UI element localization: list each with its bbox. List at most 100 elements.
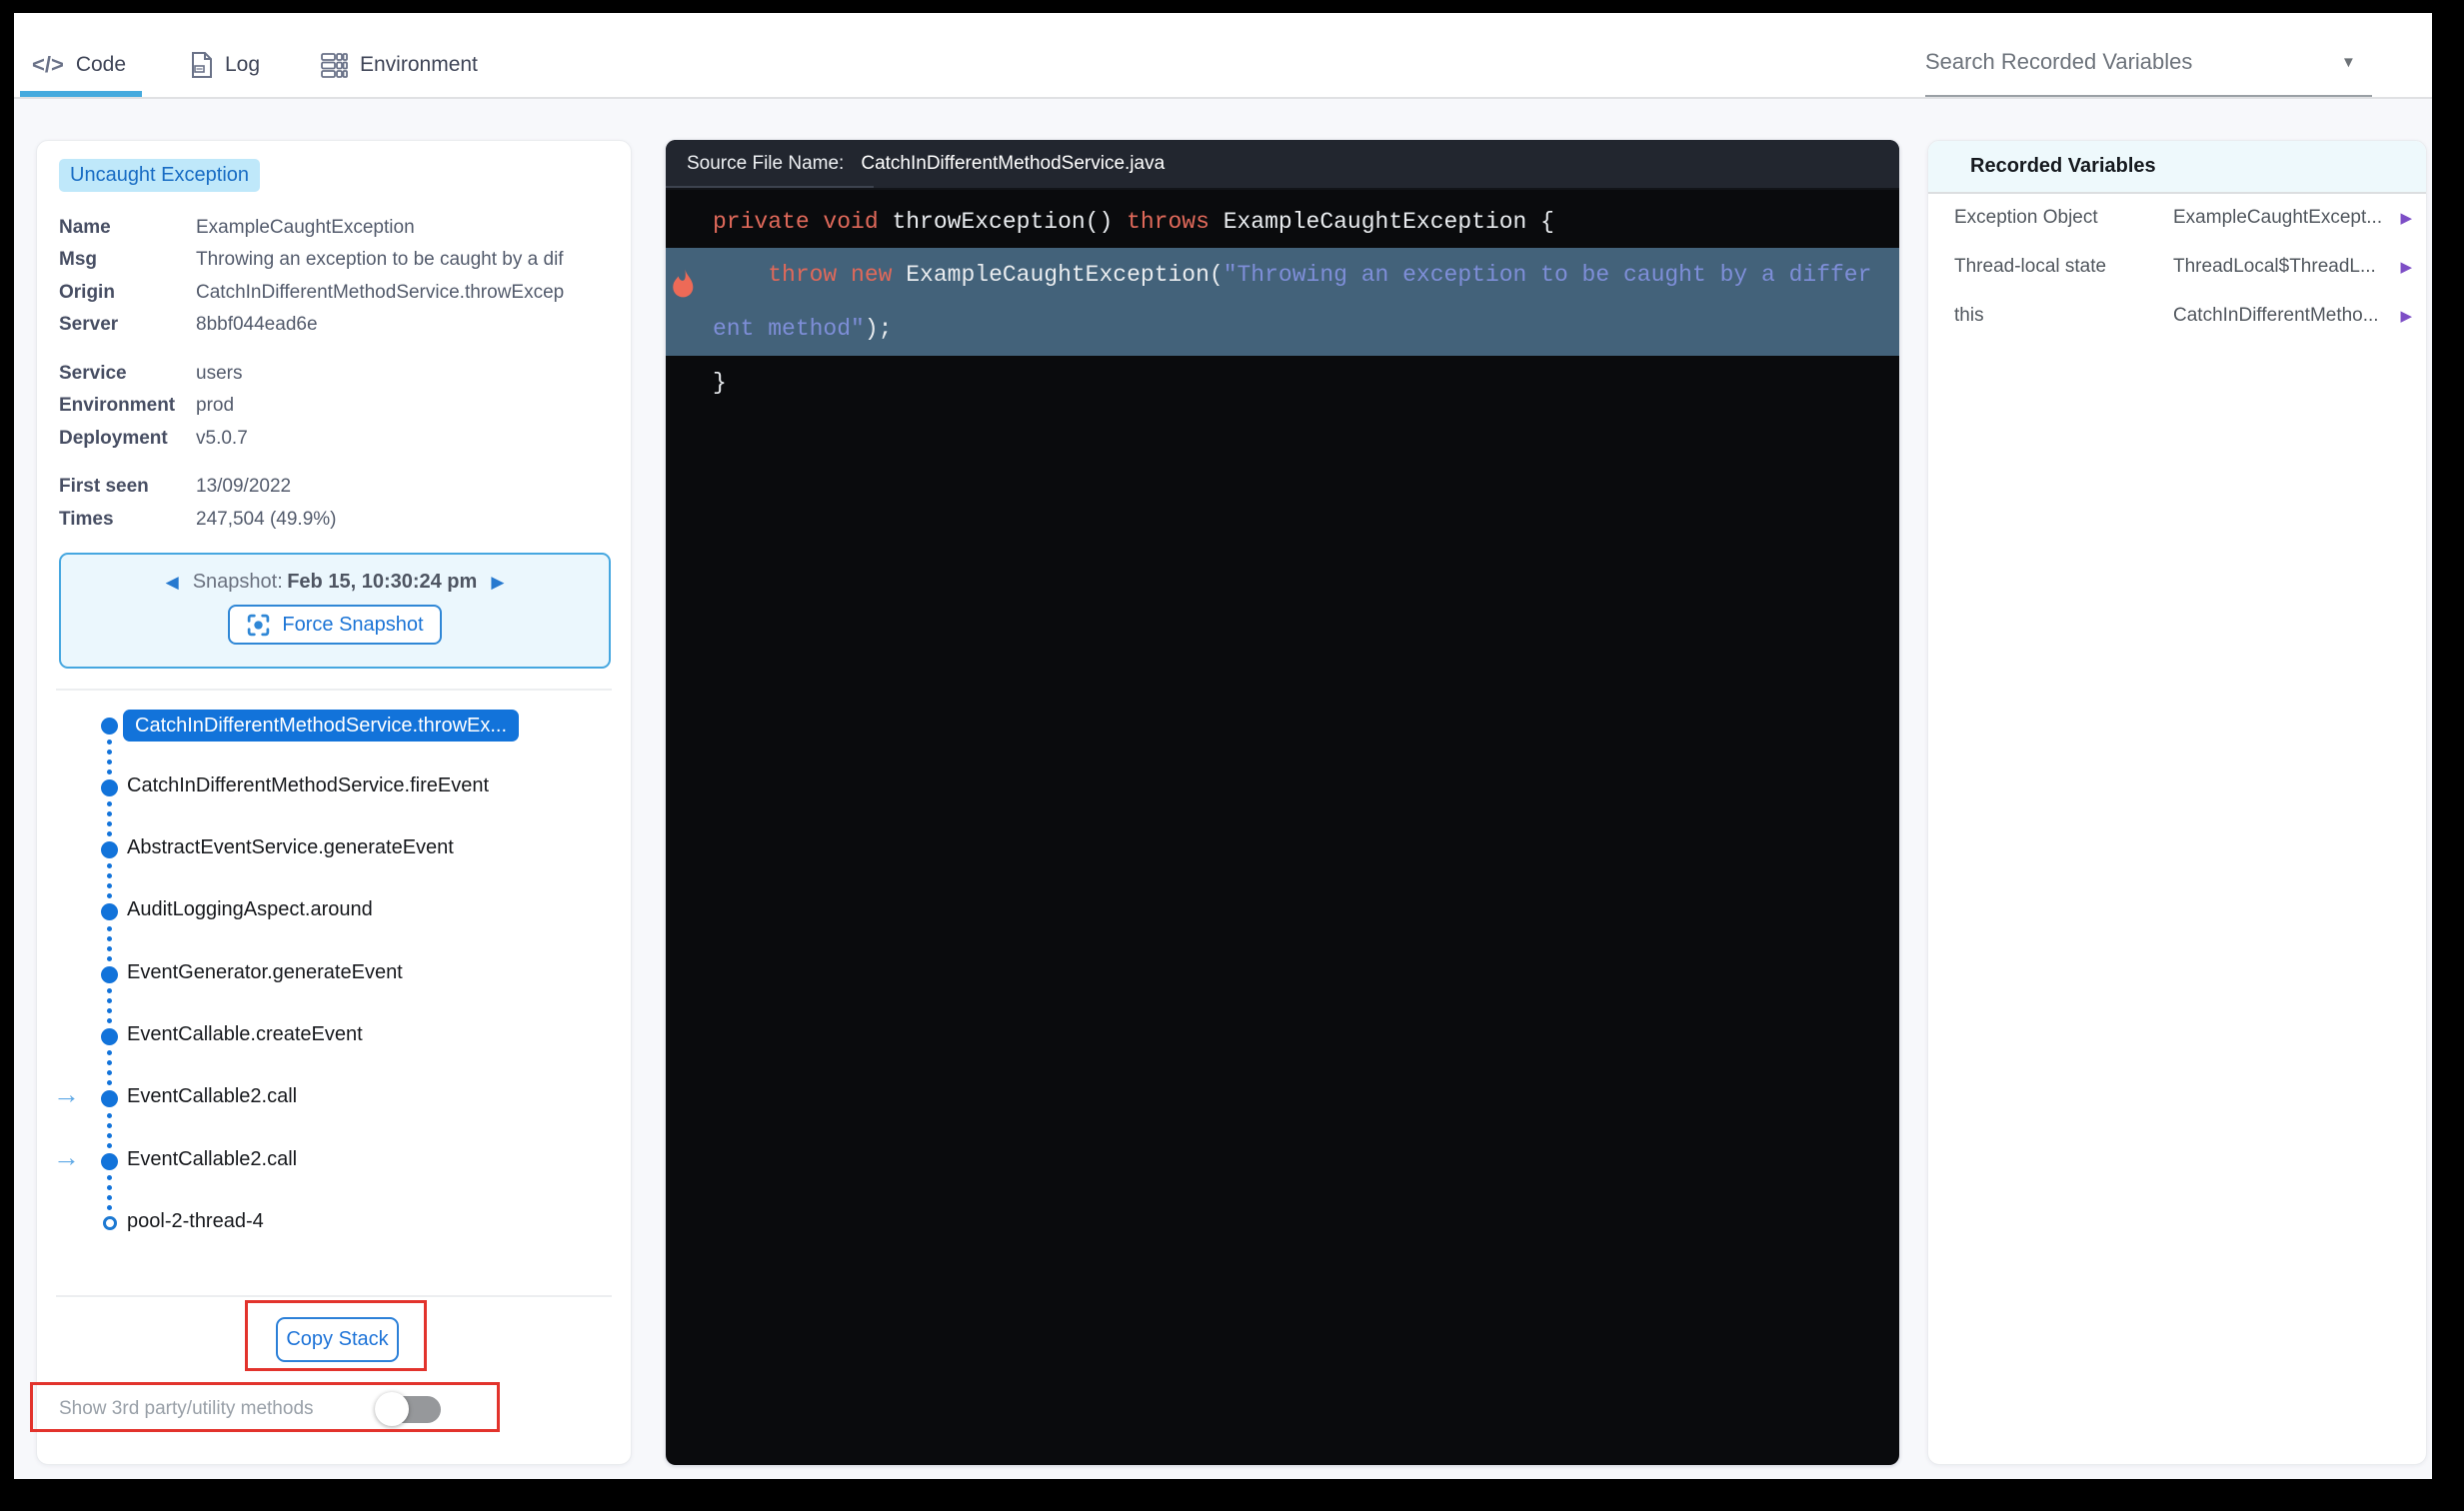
detail-label: First seen <box>59 476 149 497</box>
force-snapshot-label: Force Snapshot <box>282 613 424 636</box>
current-frame-arrow-icon: → <box>53 1142 80 1172</box>
stack-frame-thread[interactable]: pool-2-thread-4 <box>37 1206 631 1240</box>
stack-frame-label: CatchInDifferentMethodService.fireEvent <box>127 774 490 796</box>
detail-label: Origin <box>59 282 115 303</box>
stack-frame[interactable]: EventGenerator.generateEvent <box>37 957 631 991</box>
expand-variable-icon[interactable]: ▶ <box>2400 258 2412 276</box>
stack-frame[interactable]: → EventCallable2.call <box>37 1079 631 1115</box>
tab-environment[interactable]: Environment <box>321 47 478 83</box>
exception-type-badge: Uncaught Exception <box>59 159 261 192</box>
show-3rd-party-toggle[interactable] <box>375 1392 441 1426</box>
stack-bullet-icon <box>101 903 118 920</box>
header-divider <box>666 188 1899 190</box>
recorded-variables-title: Recorded Variables <box>1970 155 2156 177</box>
code-token: throw <box>713 262 852 288</box>
detail-label: Msg <box>59 249 97 270</box>
code-token: throwException() <box>892 209 1128 235</box>
stack-connector-dots <box>107 863 113 898</box>
detail-value: v5.0.7 <box>196 428 248 449</box>
divider <box>56 689 612 691</box>
log-document-icon <box>190 51 213 79</box>
stack-connector-dots <box>107 740 113 774</box>
detail-label: Name <box>59 217 111 238</box>
variable-name: this <box>1954 305 1984 326</box>
search-underline <box>1925 95 2372 97</box>
environment-server-icon <box>321 52 348 78</box>
tab-code-label: Code <box>75 53 127 76</box>
recorded-variables-panel: Recorded Variables Exception Object Exam… <box>1927 140 2427 1465</box>
code-token: } <box>713 370 727 396</box>
previous-snapshot-icon[interactable]: ◀ <box>166 573 179 593</box>
code-token: private <box>713 209 824 235</box>
detail-label: Server <box>59 314 119 335</box>
variable-value: ExampleCaughtExcept... <box>2173 207 2383 228</box>
stack-frame[interactable]: CatchInDifferentMethodService.fireEvent <box>37 770 631 804</box>
code-line-highlighted: throw new ExampleCaughtException("Throwi… <box>666 248 1899 302</box>
stack-frame-label: AbstractEventService.generateEvent <box>127 836 454 858</box>
copy-stack-button[interactable]: Copy Stack <box>276 1317 399 1362</box>
snapshot-navigator: ◀ Snapshot: Feb 15, 10:30:24 pm ▶ <box>166 571 505 594</box>
detail-row: Service users <box>59 363 631 393</box>
tab-environment-label: Environment <box>360 53 478 76</box>
stack-connector-dots <box>107 1113 113 1148</box>
thread-bullet-icon <box>103 1216 117 1230</box>
top-tab-bar: </> Code Log Environment Search Recorded… <box>14 13 2432 100</box>
variable-value: ThreadLocal$ThreadL... <box>2173 256 2376 277</box>
stack-connector-dots <box>107 988 113 1023</box>
detail-value: prod <box>196 395 235 416</box>
code-token: ExampleCaughtException { <box>1223 209 1554 235</box>
snapshot-label: Snapshot: <box>192 571 283 593</box>
stack-bullet-icon <box>101 779 118 796</box>
exception-details-panel: Uncaught Exception Name ExampleCaughtExce… <box>36 140 632 1465</box>
search-recorded-variables-dropdown[interactable]: Search Recorded Variables ▼ <box>1925 46 2375 97</box>
toggle-knob <box>375 1392 409 1426</box>
stack-frame[interactable]: EventCallable.createEvent <box>37 1019 631 1053</box>
tab-code[interactable]: </> Code <box>32 47 126 83</box>
code-token: throws <box>1127 209 1224 235</box>
stack-frame[interactable]: AuditLoggingAspect.around <box>37 894 631 928</box>
source-code-panel: Source File Name: CatchInDifferentMethod… <box>666 140 1899 1465</box>
detail-value: CatchInDifferentMethodService.throwExcep <box>196 282 565 303</box>
stack-frame-selected[interactable]: CatchInDifferentMethodService.throwEx... <box>37 709 631 743</box>
expand-variable-icon[interactable]: ▶ <box>2400 307 2412 325</box>
variable-row[interactable]: Thread-local state ThreadLocal$ThreadL..… <box>1928 253 2426 283</box>
stack-frame-label: EventGenerator.generateEvent <box>127 961 403 983</box>
stack-frame[interactable]: AbstractEventService.generateEvent <box>37 832 631 866</box>
code-line-highlighted: ent method"); <box>666 302 1899 356</box>
stack-frame-label: EventCallable.createEvent <box>127 1023 363 1045</box>
chevron-down-icon[interactable]: ▼ <box>2341 54 2356 71</box>
stack-connector-dots <box>107 801 113 836</box>
variable-value: CatchInDifferentMetho... <box>2173 305 2379 326</box>
code-token: new <box>851 262 907 288</box>
detail-row: Times 247,504 (49.9%) <box>59 509 631 539</box>
code-token: ent method" <box>713 316 865 342</box>
variable-name: Thread-local state <box>1954 256 2107 277</box>
tab-log[interactable]: Log <box>190 47 260 83</box>
source-file-name-label: Source File Name: <box>687 153 845 174</box>
stack-connector-dots <box>107 1050 113 1085</box>
detail-row: First seen 13/09/2022 <box>59 476 631 506</box>
stack-frame[interactable]: → EventCallable2.call <box>37 1142 631 1178</box>
main-area: Uncaught Exception Name ExampleCaughtExce… <box>14 99 2432 1479</box>
exception-flame-icon[interactable] <box>670 268 698 304</box>
tab-log-label: Log <box>225 53 261 76</box>
expand-variable-icon[interactable]: ▶ <box>2400 209 2412 227</box>
current-frame-arrow-icon: → <box>53 1079 80 1109</box>
stack-frame-label: EventCallable2.call <box>127 1148 298 1170</box>
stack-bullet-icon <box>101 966 118 983</box>
force-snapshot-button[interactable]: Force Snapshot <box>228 605 442 645</box>
stack-bullet-icon <box>101 1028 118 1045</box>
stack-connector-dots <box>107 1175 113 1210</box>
code-icon: </> <box>32 52 64 77</box>
center-focus-icon <box>246 613 271 638</box>
detail-row: Deployment v5.0.7 <box>59 428 631 458</box>
copy-stack-label: Copy Stack <box>286 1328 389 1350</box>
variable-row[interactable]: this CatchInDifferentMetho... ▶ <box>1928 302 2426 332</box>
variable-name: Exception Object <box>1954 207 2098 228</box>
code-token: ); <box>864 316 893 342</box>
search-recorded-variables-text: Search Recorded Variables <box>1925 49 2193 74</box>
variable-row[interactable]: Exception Object ExampleCaughtExcept... … <box>1928 204 2426 234</box>
detail-row: Server 8bbf044ead6e <box>59 314 631 344</box>
next-snapshot-icon[interactable]: ▶ <box>491 573 504 593</box>
snapshot-box: ◀ Snapshot: Feb 15, 10:30:24 pm ▶ Force … <box>59 553 611 669</box>
